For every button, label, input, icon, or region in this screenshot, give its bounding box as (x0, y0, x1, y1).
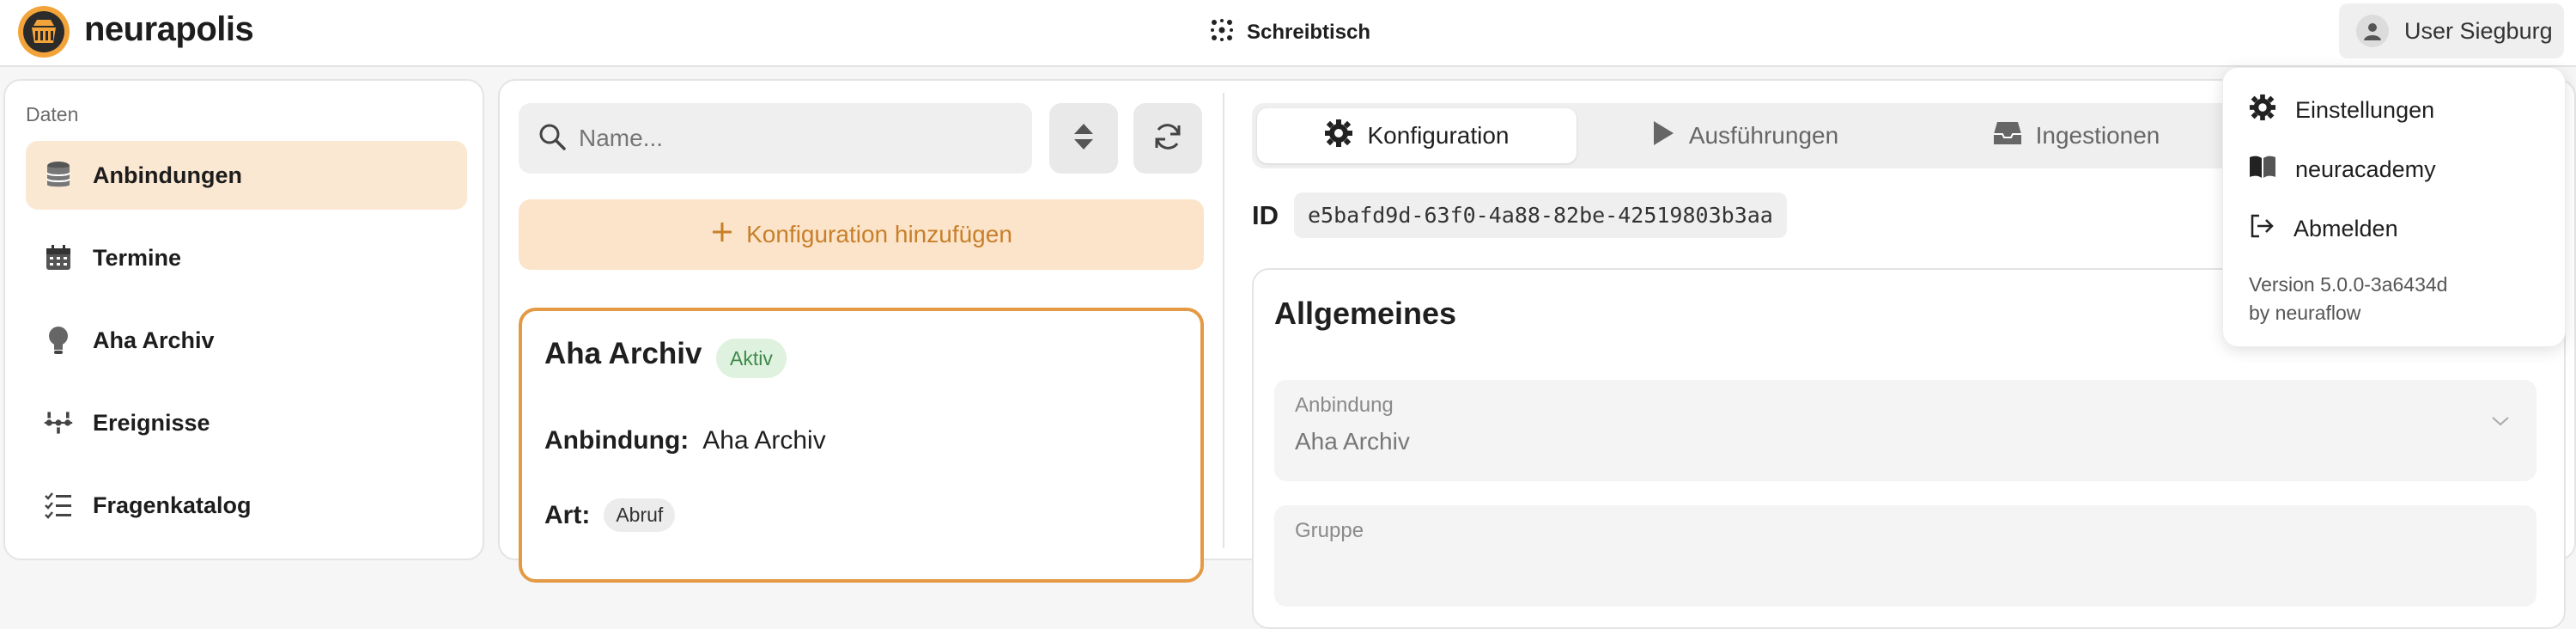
card-binding-value: Aha Archiv (702, 426, 826, 455)
sidebar-item-label: Fragenkatalog (93, 492, 252, 518)
field-label: Gruppe (1295, 519, 1364, 542)
card-type-badge: Abruf (604, 498, 676, 532)
id-label: ID (1252, 199, 1279, 230)
section-title: Allgemeines (1274, 296, 1457, 331)
version-line: Version 5.0.0-3a6434d (2249, 273, 2448, 296)
gear-icon (1324, 119, 1353, 154)
user-menu-dropdown: Einstellungen neuracademy Abmelden Versi… (2222, 67, 2566, 347)
plus-icon (710, 220, 734, 250)
database-icon (43, 160, 74, 191)
network-icon (1209, 17, 1235, 49)
neurapolis-logo-icon[interactable] (17, 5, 70, 58)
binding-select[interactable]: Anbindung Aha Archiv (1274, 380, 2537, 481)
id-value[interactable]: e5bafd9d-63f0-4a88-82be-42519803b3aa (1294, 192, 1787, 238)
timeline-icon (43, 407, 74, 438)
menu-item-einstellungen[interactable]: Einstellungen (2249, 87, 2434, 133)
card-title: Aha Archiv (544, 337, 702, 370)
tab-ingestionen[interactable]: Ingestionen (1913, 108, 2239, 163)
sidebar: Daten Anbindungen Termine Aha Archiv Ere… (3, 79, 484, 560)
checklist-icon (43, 490, 74, 521)
inbox-icon (1993, 120, 2022, 152)
brand-name: neurapolis (84, 10, 254, 48)
top-bar: neurapolis Schreibtisch User Siegburg (0, 0, 2576, 67)
tab-label: Ingestionen (2035, 122, 2160, 149)
sort-button[interactable] (1049, 103, 1118, 174)
tab-label: Ausführungen (1688, 122, 1839, 149)
card-type-row: Art: Abruf (544, 498, 676, 532)
search-box[interactable] (519, 103, 1032, 174)
status-badge: Aktiv (716, 339, 787, 378)
add-configuration-label: Konfiguration hinzufügen (746, 221, 1012, 247)
lightbulb-icon (43, 325, 74, 356)
user-name: User Siegburg (2404, 17, 2553, 44)
sidebar-item-fragenkatalog[interactable]: Fragenkatalog (26, 471, 467, 540)
gear-icon (2249, 94, 2276, 127)
calendar-icon (43, 242, 74, 273)
card-binding-key: Anbindung: (544, 426, 690, 455)
menu-item-neuracademy[interactable]: neuracademy (2249, 146, 2436, 192)
sort-icon (1072, 122, 1095, 156)
sidebar-item-ereignisse[interactable]: Ereignisse (26, 388, 467, 457)
tab-konfiguration[interactable]: Konfiguration (1257, 108, 1577, 163)
card-binding-row: Anbindung: Aha Archiv (544, 426, 826, 455)
logout-icon (2249, 213, 2275, 245)
configuration-card[interactable]: Aha Archiv Aktiv Anbindung: Aha Archiv A… (519, 308, 1204, 583)
add-configuration-button[interactable]: Konfiguration hinzufügen (519, 199, 1204, 270)
sidebar-item-label: Ereignisse (93, 409, 210, 436)
refresh-button[interactable] (1133, 103, 1202, 174)
user-avatar-icon (2356, 15, 2389, 47)
sidebar-section-label: Daten (26, 103, 79, 125)
group-field[interactable]: Gruppe (1274, 505, 2537, 607)
refresh-icon (1152, 121, 1183, 156)
version-info: Version 5.0.0-3a6434d by neuraflow (2249, 271, 2447, 327)
card-type-key: Art: (544, 500, 591, 529)
desk-link[interactable]: Schreibtisch (1209, 15, 1370, 50)
menu-item-abmelden[interactable]: Abmelden (2249, 205, 2398, 252)
menu-item-label: Abmelden (2293, 215, 2398, 241)
sidebar-item-label: Aha Archiv (93, 327, 215, 353)
menu-item-label: neuracademy (2295, 156, 2436, 182)
vendor-line: by neuraflow (2249, 302, 2361, 324)
sidebar-item-aha-archiv[interactable]: Aha Archiv (26, 306, 467, 375)
search-icon (538, 122, 567, 156)
id-row: ID e5bafd9d-63f0-4a88-82be-42519803b3aa (1252, 192, 1787, 238)
book-icon (2249, 155, 2276, 185)
sidebar-item-label: Anbindungen (93, 162, 242, 188)
tab-ausfuehrungen[interactable]: Ausführungen (1582, 108, 1908, 163)
chevron-down-icon (2490, 414, 2511, 432)
field-value: Aha Archiv (1295, 428, 1410, 455)
tab-label: Konfiguration (1367, 122, 1510, 149)
field-label: Anbindung (1295, 394, 1394, 417)
menu-item-label: Einstellungen (2295, 96, 2435, 123)
user-menu-button[interactable]: User Siegburg (2339, 3, 2564, 58)
sidebar-item-anbindungen[interactable]: Anbindungen (26, 141, 467, 210)
sidebar-item-label: Termine (93, 244, 182, 271)
search-input[interactable] (579, 125, 1025, 152)
sidebar-item-termine[interactable]: Termine (26, 223, 467, 292)
play-icon (1651, 119, 1675, 153)
panel-divider (1223, 93, 1224, 548)
desk-label: Schreibtisch (1247, 21, 1371, 44)
